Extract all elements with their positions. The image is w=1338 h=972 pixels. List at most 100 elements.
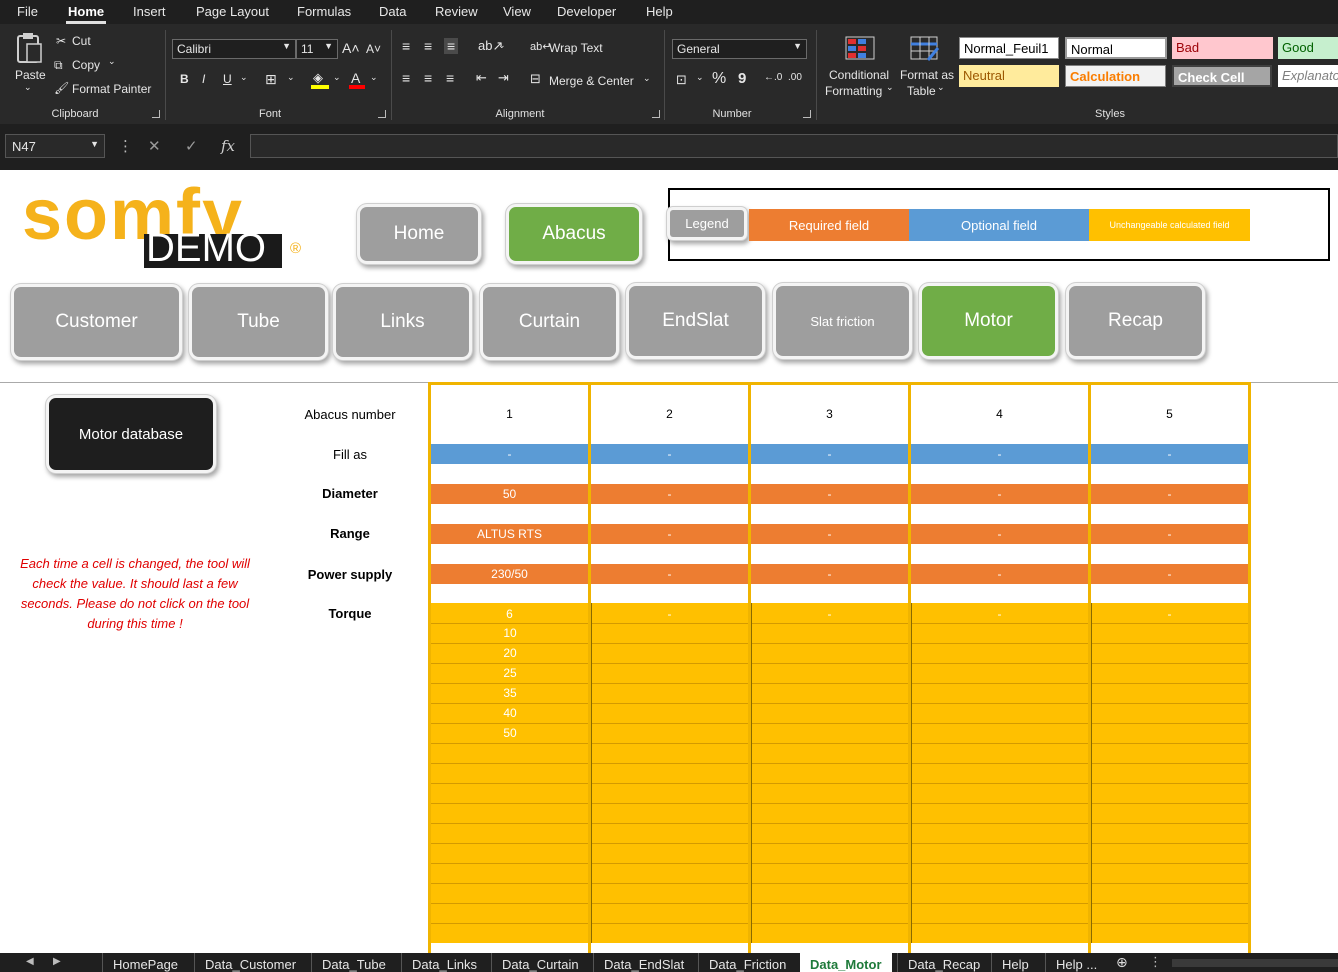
copy-chevron-icon[interactable]: ⌄ xyxy=(108,56,116,67)
italic-button[interactable]: I xyxy=(202,72,205,86)
format-as-table-icon[interactable] xyxy=(910,36,940,62)
motor-button[interactable]: Motor xyxy=(922,286,1055,356)
format-as-table-line2[interactable]: Table xyxy=(907,84,936,98)
conditional-formatting-line2[interactable]: Formatting xyxy=(825,84,882,98)
percent-button[interactable]: % xyxy=(712,70,726,88)
style-neutral[interactable]: Neutral xyxy=(959,65,1059,87)
torque-value[interactable]: 40 xyxy=(431,706,589,720)
format-painter-button[interactable]: Format Painter xyxy=(72,82,151,96)
power-supply-cell[interactable]: - xyxy=(751,567,908,581)
cancel-icon[interactable]: ✕ xyxy=(148,137,161,155)
fill-color-icon[interactable]: ◈ xyxy=(310,70,330,90)
increase-decimal-icon[interactable]: ←.0 xyxy=(764,72,782,83)
menu-file[interactable]: File xyxy=(17,4,38,19)
format-as-table-line1[interactable]: Format as xyxy=(900,68,954,82)
range-cell[interactable]: ALTUS RTS xyxy=(431,527,588,541)
number-format-select[interactable]: General ▼ xyxy=(672,39,807,59)
menu-page-layout[interactable]: Page Layout xyxy=(196,4,269,19)
diameter-cell[interactable]: 50 xyxy=(431,487,588,501)
format-painter-icon[interactable]: 🖌 xyxy=(54,81,69,95)
style-calculation[interactable]: Calculation xyxy=(1065,65,1166,87)
merge-center-icon[interactable]: ⊟ xyxy=(530,71,541,87)
power-supply-cell[interactable]: - xyxy=(1091,567,1248,581)
decrease-font-icon[interactable]: A˅ xyxy=(366,42,381,56)
add-sheet-icon[interactable]: ⊕ xyxy=(1116,954,1128,971)
insert-function-icon[interactable]: fx xyxy=(221,137,235,155)
menu-developer[interactable]: Developer xyxy=(557,4,616,19)
torque-cell[interactable]: - xyxy=(751,607,908,621)
sheet-tab-data-links[interactable]: Data_Links xyxy=(401,953,487,972)
range-cell[interactable]: - xyxy=(911,527,1088,541)
recap-button[interactable]: Recap xyxy=(1069,286,1202,356)
align-left-icon[interactable]: ≡ xyxy=(402,70,410,86)
menu-insert[interactable]: Insert xyxy=(133,4,166,19)
fill-as-cell[interactable]: - xyxy=(1091,447,1248,461)
menu-home[interactable]: Home xyxy=(68,4,104,19)
menu-view[interactable]: View xyxy=(503,4,531,19)
abacus-number-cell[interactable]: 4 xyxy=(911,407,1088,421)
comma-button[interactable]: 9 xyxy=(738,70,746,87)
fill-color-chevron-icon[interactable]: ⌄ xyxy=(333,72,341,83)
align-center-icon[interactable]: ≡ xyxy=(424,70,432,86)
torque-cell[interactable]: 6 xyxy=(431,607,588,621)
sheet-tab-data-recap[interactable]: Data_Recap xyxy=(897,953,990,972)
torque-cell[interactable]: - xyxy=(911,607,1088,621)
merge-center-button[interactable]: Merge & Center xyxy=(549,74,634,88)
fill-as-cell[interactable]: - xyxy=(431,447,588,461)
sheet-tab-data-friction[interactable]: Data_Friction xyxy=(698,953,796,972)
decrease-decimal-icon[interactable]: .00 xyxy=(788,72,802,83)
torque-value[interactable]: 10 xyxy=(431,626,589,640)
fill-as-cell[interactable]: - xyxy=(751,447,908,461)
align-bottom-icon[interactable]: ≡ xyxy=(444,38,459,54)
more-sheets-icon[interactable]: ⋮ xyxy=(1149,954,1162,970)
more-options-icon[interactable]: ⋮ xyxy=(118,137,133,155)
sheet-tab-data-endslat[interactable]: Data_EndSlat xyxy=(593,953,694,972)
sheet-tab-data-motor[interactable]: Data_Motor xyxy=(800,953,892,972)
range-cell[interactable]: - xyxy=(591,527,748,541)
style-check-cell[interactable]: Check Cell xyxy=(1172,65,1272,87)
sheet-tab-data-curtain[interactable]: Data_Curtain xyxy=(491,953,589,972)
formula-input[interactable] xyxy=(250,134,1338,158)
style-explanatory[interactable]: Explanato xyxy=(1278,65,1338,87)
underline-button[interactable]: U xyxy=(223,72,232,86)
horizontal-scrollbar[interactable] xyxy=(1172,959,1338,967)
menu-help[interactable]: Help xyxy=(646,4,673,19)
torque-value[interactable]: 35 xyxy=(431,686,589,700)
copy-button[interactable]: Copy xyxy=(72,58,100,72)
diameter-cell[interactable]: - xyxy=(591,487,748,501)
increase-font-icon[interactable]: A˄ xyxy=(342,40,360,56)
increase-indent-icon[interactable]: ⇥ xyxy=(498,70,509,86)
conditional-formatting-icon[interactable] xyxy=(845,36,875,60)
torque-value[interactable]: 25 xyxy=(431,666,589,680)
merge-chevron-icon[interactable]: ⌄ xyxy=(643,73,651,84)
torque-cell[interactable]: - xyxy=(591,607,748,621)
accounting-icon[interactable]: ⊡ xyxy=(676,72,687,88)
menu-formulas[interactable]: Formulas xyxy=(297,4,351,19)
font-launcher-icon[interactable] xyxy=(378,110,386,118)
torque-value[interactable]: 50 xyxy=(431,726,589,740)
borders-chevron-icon[interactable]: ⌄ xyxy=(287,72,295,83)
style-normal-feuil1[interactable]: Normal_Feuil1 xyxy=(959,37,1059,59)
sheet-tab-help[interactable]: Help xyxy=(991,953,1039,972)
range-cell[interactable]: - xyxy=(1091,527,1248,541)
paste-icon[interactable] xyxy=(14,32,44,64)
align-middle-icon[interactable]: ≡ xyxy=(424,38,432,54)
menu-review[interactable]: Review xyxy=(435,4,478,19)
orientation-chevron-icon[interactable]: ⌄ xyxy=(498,40,506,51)
slat-friction-button[interactable]: Slat friction xyxy=(776,286,909,356)
diameter-cell[interactable]: - xyxy=(1091,487,1248,501)
confirm-icon[interactable]: ✓ xyxy=(185,137,198,155)
sheet-tab-data-tube[interactable]: Data_Tube xyxy=(311,953,396,972)
fill-as-cell[interactable]: - xyxy=(911,447,1088,461)
torque-value[interactable]: 20 xyxy=(431,646,589,660)
font-color-chevron-icon[interactable]: ⌄ xyxy=(370,72,378,83)
sheet-tab-help-more[interactable]: Help ... xyxy=(1045,953,1107,972)
cut-button[interactable]: Cut xyxy=(72,34,91,48)
font-name-select[interactable]: Calibri ▼ xyxy=(172,39,296,59)
style-good[interactable]: Good xyxy=(1278,37,1338,59)
sheet-tab-homepage[interactable]: HomePage xyxy=(102,953,188,972)
power-supply-cell[interactable]: - xyxy=(591,567,748,581)
power-supply-cell[interactable]: 230/50 xyxy=(431,567,588,581)
abacus-number-cell[interactable]: 1 xyxy=(431,407,588,421)
power-supply-cell[interactable]: - xyxy=(911,567,1088,581)
